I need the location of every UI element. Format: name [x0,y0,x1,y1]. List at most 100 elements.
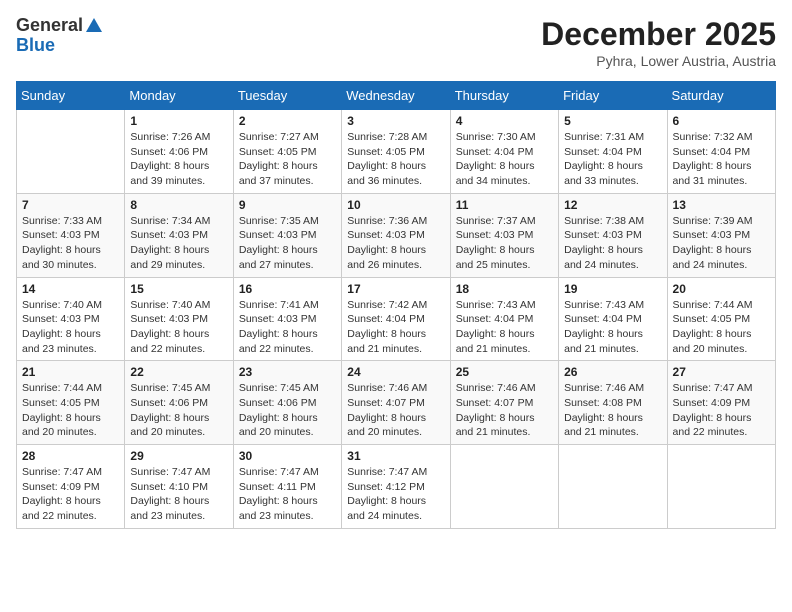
day-number: 30 [239,449,336,463]
day-number: 24 [347,365,444,379]
calendar-cell: 6Sunrise: 7:32 AM Sunset: 4:04 PM Daylig… [667,110,775,194]
day-number: 29 [130,449,227,463]
calendar-week-5: 28 Sunrise: 7:47 AM Sunset: 4:09 PM Dayli… [17,445,776,529]
day-number: 5 [564,114,661,128]
calendar-cell: 11 Sunrise: 7:37 AM Sunset: 4:03 PM Dayli… [450,193,558,277]
calendar-cell: 16Sunrise: 7:41 AM Sunset: 4:03 PM Dayli… [233,277,341,361]
day-number: 26 [564,365,661,379]
calendar-cell: 12 Sunrise: 7:38 AM Sunset: 4:03 PM Dayli… [559,193,667,277]
day-info: Sunrise: 7:33 AM Sunset: 4:03 PM Dayligh… [22,214,119,273]
calendar-cell: 4 Sunrise: 7:30 AM Sunset: 4:04 PM Daylig… [450,110,558,194]
calendar-cell: 8 Sunrise: 7:34 AM Sunset: 4:03 PM Daylig… [125,193,233,277]
calendar-cell [450,445,558,529]
calendar-cell [559,445,667,529]
day-number: 2 [239,114,336,128]
day-info: Sunrise: 7:44 AM Sunset: 4:05 PM Dayligh… [673,298,770,357]
day-info: Sunrise: 7:43 AM Sunset: 4:04 PM Dayligh… [456,298,553,357]
calendar-cell: 3Sunrise: 7:28 AM Sunset: 4:05 PM Daylig… [342,110,450,194]
calendar-week-3: 14 Sunrise: 7:40 AM Sunset: 4:03 PM Dayli… [17,277,776,361]
weekday-header-tuesday: Tuesday [233,82,341,110]
logo-blue: Blue [16,36,55,56]
weekday-header-sunday: Sunday [17,82,125,110]
calendar-cell: 13 Sunrise: 7:39 AM Sunset: 4:03 PM Dayli… [667,193,775,277]
day-number: 12 [564,198,661,212]
weekday-header-monday: Monday [125,82,233,110]
calendar-cell: 22 Sunrise: 7:45 AM Sunset: 4:06 PM Dayli… [125,361,233,445]
day-number: 28 [22,449,119,463]
logo-general: General [16,16,83,36]
calendar-cell: 10Sunrise: 7:36 AM Sunset: 4:03 PM Dayli… [342,193,450,277]
day-number: 3 [347,114,444,128]
day-number: 31 [347,449,444,463]
calendar-cell: 14Sunrise: 7:40 AM Sunset: 4:03 PM Dayli… [17,277,125,361]
day-info: Sunrise: 7:44 AM Sunset: 4:05 PM Dayligh… [22,381,119,440]
day-number: 10 [347,198,444,212]
calendar-cell: 30 Sunrise: 7:47 AM Sunset: 4:11 PM Dayli… [233,445,341,529]
day-info: Sunrise: 7:40 AM Sunset: 4:03 PM Dayligh… [130,298,227,357]
calendar-week-1: 1 Sunrise: 7:26 AM Sunset: 4:06 PM Daylig… [17,110,776,194]
weekday-header-wednesday: Wednesday [342,82,450,110]
calendar-cell: 24Sunrise: 7:46 AM Sunset: 4:07 PM Dayli… [342,361,450,445]
day-info: Sunrise: 7:26 AM Sunset: 4:06 PM Dayligh… [130,130,227,189]
calendar-cell: 15 Sunrise: 7:40 AM Sunset: 4:03 PM Dayli… [125,277,233,361]
day-number: 11 [456,198,553,212]
calendar-cell: 7Sunrise: 7:33 AM Sunset: 4:03 PM Daylig… [17,193,125,277]
calendar-cell: 26Sunrise: 7:46 AM Sunset: 4:08 PM Dayli… [559,361,667,445]
day-number: 6 [673,114,770,128]
calendar-cell: 2 Sunrise: 7:27 AM Sunset: 4:05 PM Daylig… [233,110,341,194]
calendar-cell: 5 Sunrise: 7:31 AM Sunset: 4:04 PM Daylig… [559,110,667,194]
day-number: 8 [130,198,227,212]
calendar-week-2: 7Sunrise: 7:33 AM Sunset: 4:03 PM Daylig… [17,193,776,277]
day-number: 19 [564,282,661,296]
logo: General Blue [16,16,103,56]
calendar-week-4: 21 Sunrise: 7:44 AM Sunset: 4:05 PM Dayli… [17,361,776,445]
calendar-cell: 1 Sunrise: 7:26 AM Sunset: 4:06 PM Daylig… [125,110,233,194]
day-number: 9 [239,198,336,212]
day-number: 23 [239,365,336,379]
day-info: Sunrise: 7:38 AM Sunset: 4:03 PM Dayligh… [564,214,661,273]
logo-icon [85,16,103,34]
day-info: Sunrise: 7:42 AM Sunset: 4:04 PM Dayligh… [347,298,444,357]
day-info: Sunrise: 7:47 AM Sunset: 4:10 PM Dayligh… [130,465,227,524]
day-info: Sunrise: 7:31 AM Sunset: 4:04 PM Dayligh… [564,130,661,189]
calendar-table: SundayMondayTuesdayWednesdayThursdayFrid… [16,81,776,529]
title-area: December 2025 Pyhra, Lower Austria, Aust… [541,16,776,69]
day-info: Sunrise: 7:35 AM Sunset: 4:03 PM Dayligh… [239,214,336,273]
calendar-cell: 25Sunrise: 7:46 AM Sunset: 4:07 PM Dayli… [450,361,558,445]
calendar-cell: 9 Sunrise: 7:35 AM Sunset: 4:03 PM Daylig… [233,193,341,277]
calendar-cell: 18Sunrise: 7:43 AM Sunset: 4:04 PM Dayli… [450,277,558,361]
day-number: 13 [673,198,770,212]
weekday-header-friday: Friday [559,82,667,110]
calendar-cell: 28 Sunrise: 7:47 AM Sunset: 4:09 PM Dayli… [17,445,125,529]
day-number: 17 [347,282,444,296]
day-number: 22 [130,365,227,379]
day-info: Sunrise: 7:27 AM Sunset: 4:05 PM Dayligh… [239,130,336,189]
calendar-cell: 17 Sunrise: 7:42 AM Sunset: 4:04 PM Dayli… [342,277,450,361]
day-info: Sunrise: 7:34 AM Sunset: 4:03 PM Dayligh… [130,214,227,273]
day-number: 4 [456,114,553,128]
month-title: December 2025 [541,16,776,53]
location-subtitle: Pyhra, Lower Austria, Austria [541,53,776,69]
calendar-cell: 27Sunrise: 7:47 AM Sunset: 4:09 PM Dayli… [667,361,775,445]
calendar-cell: 23Sunrise: 7:45 AM Sunset: 4:06 PM Dayli… [233,361,341,445]
day-info: Sunrise: 7:39 AM Sunset: 4:03 PM Dayligh… [673,214,770,273]
day-info: Sunrise: 7:37 AM Sunset: 4:03 PM Dayligh… [456,214,553,273]
day-info: Sunrise: 7:43 AM Sunset: 4:04 PM Dayligh… [564,298,661,357]
day-number: 27 [673,365,770,379]
day-info: Sunrise: 7:47 AM Sunset: 4:09 PM Dayligh… [22,465,119,524]
day-number: 25 [456,365,553,379]
day-info: Sunrise: 7:47 AM Sunset: 4:12 PM Dayligh… [347,465,444,524]
day-info: Sunrise: 7:47 AM Sunset: 4:11 PM Dayligh… [239,465,336,524]
day-number: 1 [130,114,227,128]
calendar-cell [667,445,775,529]
weekday-header-saturday: Saturday [667,82,775,110]
day-info: Sunrise: 7:45 AM Sunset: 4:06 PM Dayligh… [130,381,227,440]
weekday-header-row: SundayMondayTuesdayWednesdayThursdayFrid… [17,82,776,110]
day-info: Sunrise: 7:30 AM Sunset: 4:04 PM Dayligh… [456,130,553,189]
header: General Blue December 2025 Pyhra, Lower … [16,16,776,69]
calendar-cell: 29 Sunrise: 7:47 AM Sunset: 4:10 PM Dayli… [125,445,233,529]
day-number: 14 [22,282,119,296]
day-info: Sunrise: 7:41 AM Sunset: 4:03 PM Dayligh… [239,298,336,357]
day-number: 15 [130,282,227,296]
day-number: 21 [22,365,119,379]
